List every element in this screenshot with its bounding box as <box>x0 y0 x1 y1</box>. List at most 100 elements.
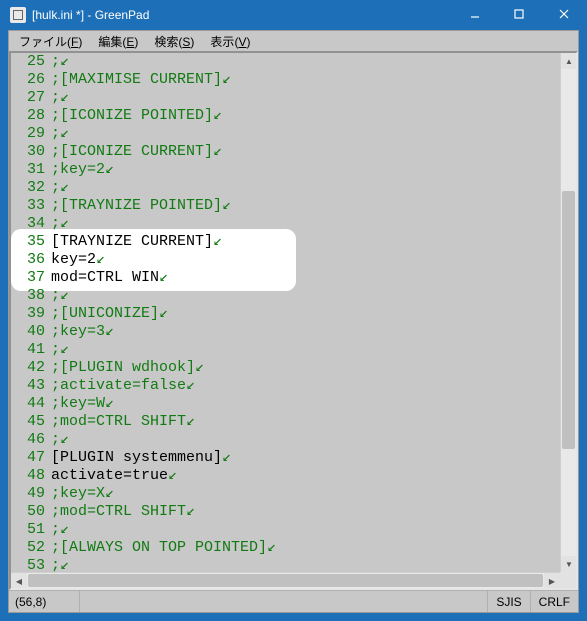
scroll-up-button[interactable]: ▲ <box>561 53 576 69</box>
editor-line[interactable]: 37mod=CTRL WIN↙ <box>11 269 560 287</box>
code-text[interactable]: ;↙ <box>51 341 560 359</box>
window-buttons <box>453 0 587 30</box>
editor[interactable]: 25;↙26;[MAXIMISE CURRENT]↙27;↙28;[ICONIZ… <box>9 51 578 590</box>
editor-line[interactable]: 49;key=X↙ <box>11 485 560 503</box>
gutter-number: 48 <box>11 467 51 485</box>
code-text[interactable]: ;↙ <box>51 557 560 575</box>
code-text[interactable]: ;[PLUGIN wdhook]↙ <box>51 359 560 377</box>
code-text[interactable]: ;[UNICONIZE]↙ <box>51 305 560 323</box>
code-text[interactable]: ;mod=CTRL SHIFT↙ <box>51 503 560 521</box>
editor-line[interactable]: 48activate=true↙ <box>11 467 560 485</box>
code-text[interactable]: activate=true↙ <box>51 467 560 485</box>
editor-lines[interactable]: 25;↙26;[MAXIMISE CURRENT]↙27;↙28;[ICONIZ… <box>11 53 560 572</box>
editor-line[interactable]: 35[TRAYNIZE CURRENT]↙ <box>11 233 560 251</box>
code-text[interactable]: ;key=3↙ <box>51 323 560 341</box>
code-text[interactable]: mod=CTRL WIN↙ <box>51 269 560 287</box>
eol-mark: ↙ <box>105 395 114 412</box>
code-text[interactable]: ;↙ <box>51 521 560 539</box>
editor-line[interactable]: 46;↙ <box>11 431 560 449</box>
editor-line[interactable]: 50;mod=CTRL SHIFT↙ <box>11 503 560 521</box>
editor-line[interactable]: 34;↙ <box>11 215 560 233</box>
code-text[interactable]: ;↙ <box>51 287 560 305</box>
menu-search[interactable]: 検索(S) <box>148 31 200 52</box>
code-text[interactable]: [TRAYNIZE CURRENT]↙ <box>51 233 560 251</box>
gutter-number: 39 <box>11 305 51 323</box>
code-text[interactable]: key=2↙ <box>51 251 560 269</box>
code-text[interactable]: ;[ICONIZE POINTED]↙ <box>51 107 560 125</box>
editor-line[interactable]: 27;↙ <box>11 89 560 107</box>
maximize-button[interactable] <box>497 0 541 28</box>
gutter-number: 31 <box>11 161 51 179</box>
code-text[interactable]: ;[ALWAYS ON TOP POINTED]↙ <box>51 539 560 557</box>
scrollbar-corner <box>560 572 576 588</box>
editor-line[interactable]: 43;activate=false↙ <box>11 377 560 395</box>
editor-line[interactable]: 25;↙ <box>11 53 560 71</box>
editor-line[interactable]: 44;key=W↙ <box>11 395 560 413</box>
eol-mark: ↙ <box>213 107 222 124</box>
scrollbar-h-thumb[interactable] <box>28 574 543 587</box>
editor-line[interactable]: 29;↙ <box>11 125 560 143</box>
code-text[interactable]: ;key=2↙ <box>51 161 560 179</box>
code-text[interactable]: ;[TRAYNIZE POINTED]↙ <box>51 197 560 215</box>
eol-mark: ↙ <box>168 467 177 484</box>
editor-line[interactable]: 26;[MAXIMISE CURRENT]↙ <box>11 71 560 89</box>
chevron-up-icon: ▲ <box>565 57 573 66</box>
editor-line[interactable]: 42;[PLUGIN wdhook]↙ <box>11 359 560 377</box>
code-text[interactable]: ;↙ <box>51 125 560 143</box>
editor-line[interactable]: 38;↙ <box>11 287 560 305</box>
editor-line[interactable]: 36key=2↙ <box>11 251 560 269</box>
scrollbar-v-track[interactable] <box>561 69 576 556</box>
code-text[interactable]: ;[MAXIMISE CURRENT]↙ <box>51 71 560 89</box>
editor-line[interactable]: 33;[TRAYNIZE POINTED]↙ <box>11 197 560 215</box>
code-text[interactable]: ;↙ <box>51 179 560 197</box>
status-eol: CRLF <box>530 590 578 612</box>
code-text[interactable]: ;↙ <box>51 53 560 71</box>
eol-mark: ↙ <box>60 557 69 574</box>
chevron-left-icon: ◀ <box>16 577 22 586</box>
code-text[interactable]: ;↙ <box>51 431 560 449</box>
scrollbar-v-thumb[interactable] <box>562 191 575 449</box>
code-text[interactable]: ;key=X↙ <box>51 485 560 503</box>
menu-edit[interactable]: 編集(E) <box>92 31 144 52</box>
eol-mark: ↙ <box>267 539 276 556</box>
scroll-left-button[interactable]: ◀ <box>11 573 27 588</box>
eol-mark: ↙ <box>222 71 231 88</box>
editor-line[interactable]: 47[PLUGIN systemmenu]↙ <box>11 449 560 467</box>
code-text[interactable]: ;mod=CTRL SHIFT↙ <box>51 413 560 431</box>
editor-line[interactable]: 40;key=3↙ <box>11 323 560 341</box>
code-text[interactable]: ;↙ <box>51 89 560 107</box>
editor-line[interactable]: 32;↙ <box>11 179 560 197</box>
minimize-button[interactable] <box>453 0 497 28</box>
close-button[interactable] <box>541 0 587 28</box>
gutter-number: 33 <box>11 197 51 215</box>
code-text[interactable]: ;↙ <box>51 215 560 233</box>
gutter-number: 52 <box>11 539 51 557</box>
editor-line[interactable]: 39;[UNICONIZE]↙ <box>11 305 560 323</box>
gutter-number: 53 <box>11 557 51 575</box>
editor-line[interactable]: 53;↙ <box>11 557 560 575</box>
editor-line[interactable]: 45;mod=CTRL SHIFT↙ <box>11 413 560 431</box>
gutter-number: 50 <box>11 503 51 521</box>
gutter-number: 28 <box>11 107 51 125</box>
menu-view[interactable]: 表示(V) <box>204 31 256 52</box>
scroll-right-button[interactable]: ▶ <box>544 573 560 588</box>
gutter-number: 43 <box>11 377 51 395</box>
gutter-number: 41 <box>11 341 51 359</box>
code-text[interactable]: ;[ICONIZE CURRENT]↙ <box>51 143 560 161</box>
editor-line[interactable]: 28;[ICONIZE POINTED]↙ <box>11 107 560 125</box>
titlebar[interactable]: [hulk.ini *] - GreenPad <box>0 0 587 30</box>
editor-line[interactable]: 51;↙ <box>11 521 560 539</box>
editor-line[interactable]: 52;[ALWAYS ON TOP POINTED]↙ <box>11 539 560 557</box>
editor-line[interactable]: 30;[ICONIZE CURRENT]↙ <box>11 143 560 161</box>
menu-file[interactable]: ファイル(F) <box>13 31 88 52</box>
client-area: ファイル(F) 編集(E) 検索(S) 表示(V) 25;↙26;[MAXIMI… <box>8 30 579 613</box>
scrollbar-h-track[interactable] <box>27 573 544 588</box>
code-text[interactable]: [PLUGIN systemmenu]↙ <box>51 449 560 467</box>
code-text[interactable]: ;activate=false↙ <box>51 377 560 395</box>
eol-mark: ↙ <box>60 341 69 358</box>
scroll-down-button[interactable]: ▼ <box>561 556 576 572</box>
editor-line[interactable]: 31;key=2↙ <box>11 161 560 179</box>
editor-line[interactable]: 41;↙ <box>11 341 560 359</box>
scrollbar-vertical[interactable]: ▲ ▼ <box>560 53 576 572</box>
code-text[interactable]: ;key=W↙ <box>51 395 560 413</box>
